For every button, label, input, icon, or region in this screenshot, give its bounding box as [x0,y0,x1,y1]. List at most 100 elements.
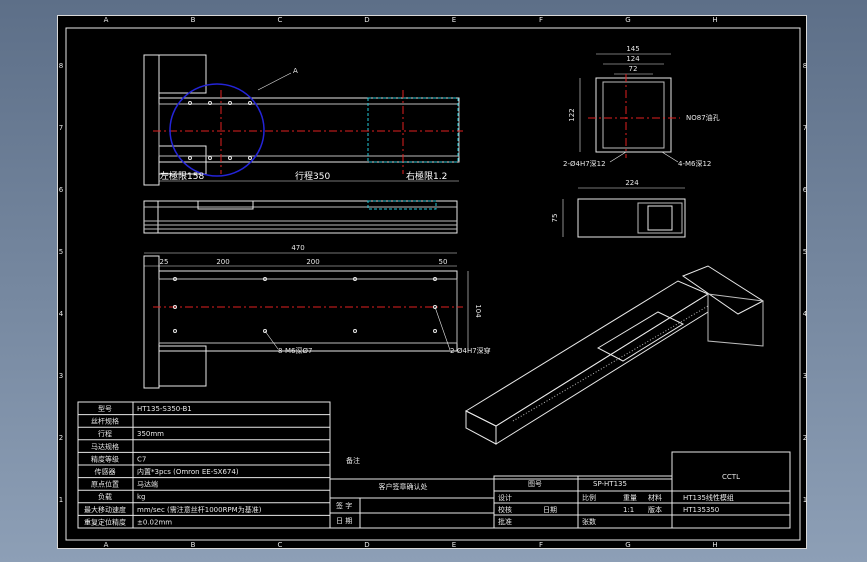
dim-122: 122 [568,108,576,121]
dim-145: 145 [626,45,639,53]
version-label: 版本 [648,505,662,514]
spec-value: 内置*3pcs (Omron EE-SX674) [137,467,239,476]
row-label: 7 [59,124,63,132]
callout-a: A [293,67,298,75]
column-label: D [364,541,369,549]
bottom-view: 470 25 200 200 50 104 8-M6深Ø7 2-Ø4H7深穿 [143,244,491,389]
row-label: 2 [59,434,63,442]
drawing-sheet: A A B B C C D D E E F F G G H H 8 8 7 7 6 6 5 5 4 4 3 3 2 2 1 1 A 左極限1… [57,15,808,549]
column-label: G [625,16,630,24]
drawing-no-label: 图号 [528,480,542,488]
ratio-label: 比例 [582,493,596,502]
dim-50: 50 [439,258,448,266]
check-label: 校核 [498,505,512,514]
row-label: 3 [59,372,63,380]
spec-label: 丝杆规格 [91,417,119,426]
weight-label: 重量 [623,494,637,502]
spec-label: 型号 [98,404,112,413]
column-label: C [278,16,283,24]
row-label: 5 [59,248,63,256]
column-label: E [452,16,456,24]
cad-drawing: A A B B C C D D E E F F G G H H 8 8 7 7 6 6 5 5 4 4 3 3 2 2 1 1 A 左極限1… [59,16,808,549]
spec-value: C7 [137,455,146,463]
design-label: 设计 [498,493,512,502]
dim-200a: 200 [216,258,229,266]
date-label: 日 期 [336,517,352,525]
column-label: B [191,16,196,24]
stroke-label: 行程350 [295,170,330,182]
dim-200b: 200 [306,258,319,266]
spec-label: 精度等级 [91,454,119,463]
spec-table: 型号 HT135-S350-B1 丝杆规格行程 350mm 马达规格精度等级 C7 传感器 内… [78,404,330,526]
row-label: 1 [803,496,807,504]
right-limit-label: 右極限1.2 [406,170,447,182]
row-label: 6 [59,186,64,194]
remark-label: 备注 [346,456,360,465]
row-label: 1 [59,496,63,504]
spec-label: 重复定位精度 [84,517,126,526]
row-label: 4 [803,310,808,318]
code-value: HT135350 [683,506,719,514]
isometric-view [464,265,764,445]
spec-label: 传感器 [95,467,116,476]
dim-124: 124 [626,55,640,63]
column-label: A [104,541,109,549]
row-label: 7 [803,124,807,132]
row-label: 3 [803,372,807,380]
title-block: 型号 HT135-S350-B1 丝杆规格行程 350mm 马达规格精度等级 C7 传感器 内… [77,401,791,529]
dim-104: 104 [474,304,482,318]
top-view: A 左極限158 行程350 右極限1.2 [143,54,463,186]
approve-label: 批准 [498,517,512,526]
column-label: A [104,16,109,24]
spec-value: 350mm [137,430,164,438]
date-cell: 日期 [543,506,557,514]
column-label: C [278,541,283,549]
row-label: 8 [803,62,807,70]
column-label: B [191,541,196,549]
end-view: 145 124 72 122 NO87油孔 2-Ø4H7深12 4-M6深12 … [551,45,720,238]
column-label: G [625,541,630,549]
column-label: H [712,16,717,24]
column-label: F [539,16,543,24]
spec-value: HT135-S350-B1 [137,405,192,413]
inner-frame [65,27,801,541]
spec-value: mm/sec (需注意丝杆1000RPM为基准) [137,505,262,514]
note-m6: 8-M6深Ø7 [278,346,312,355]
note-thru: 2-Ø4H7深穿 [450,346,491,355]
row-label: 2 [803,434,807,442]
scale-value: 1:1 [623,506,634,514]
column-label: H [712,541,717,549]
side-view [143,200,458,234]
note-motor: NO87油孔 [686,113,720,122]
spec-label: 原点位置 [91,480,119,489]
dim-75: 75 [551,214,559,223]
left-limit-label: 左極限158 [160,170,204,182]
sheet-label: 张数 [582,517,596,526]
row-label: 5 [803,248,807,256]
dim-overall: 470 [291,244,304,252]
spec-label: 最大移动速度 [84,505,126,514]
spec-value: ±0.02mm [137,518,172,526]
spec-value: kg [137,493,146,501]
column-label: E [452,541,456,549]
confirm-title: 客户签章确认处 [379,482,428,491]
sign-label: 签 字 [336,501,352,510]
drawing-no: SP-HT135 [593,480,627,488]
spec-label: 马达规格 [91,442,119,451]
row-label: 6 [803,186,808,194]
spec-label: 行程 [98,429,112,438]
row-label: 8 [59,62,63,70]
spec-value: 马达端 [137,480,158,489]
dim-25: 25 [160,258,169,266]
material-label: 材料 [648,493,662,502]
row-label: 4 [59,310,64,318]
spec-label: 负载 [98,492,112,501]
note-end-m6: 4-M6深12 [678,159,711,168]
column-label: D [364,16,369,24]
part-name: HT135线性模组 [683,493,734,502]
company-name: CCTL [722,473,740,481]
column-label: F [539,541,543,549]
row-labels: 8 8 7 7 6 6 5 5 4 4 3 3 2 2 1 1 [59,62,808,504]
note-holes: 2-Ø4H7深12 [563,159,606,168]
dim-72: 72 [629,65,638,73]
